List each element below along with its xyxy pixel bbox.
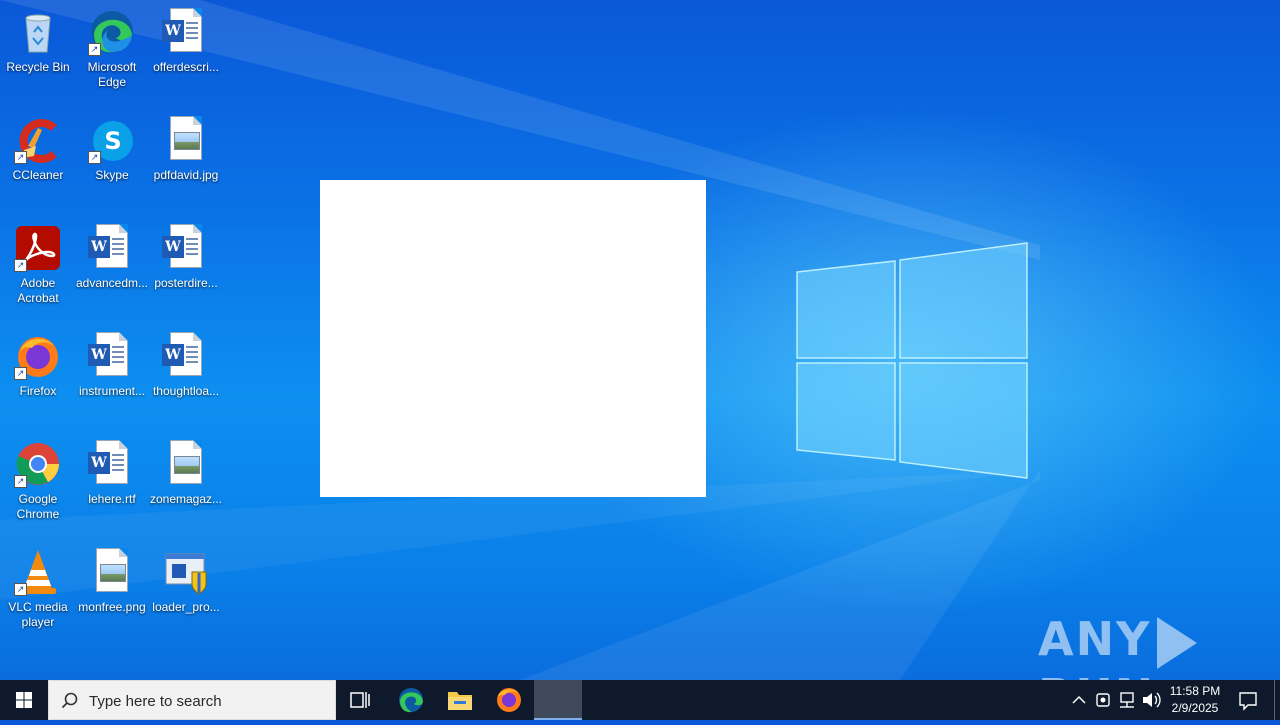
task-view-button[interactable] [336,680,384,720]
play-icon [1157,616,1198,669]
desktop-icon-advancedm[interactable]: W advancedm... [74,220,150,320]
word-document-icon: W [162,224,210,272]
image-file-icon [162,440,210,488]
desktop-icon-thoughtloa[interactable]: W thoughtloa... [148,328,224,428]
word-document-icon: W [162,8,210,56]
icon-label: Skype [95,168,129,182]
taskbar-clock[interactable]: 11:58 PM 2/9/2025 [1160,683,1230,717]
taskbar: Type here to search 11:58 PM 2/9/2025 [0,680,1280,720]
taskbar-active-app-button[interactable] [534,680,582,720]
installer-icon [162,548,210,596]
desktop-icon-adobe-acrobat[interactable]: ↗ Adobe Acrobat [0,220,76,320]
notifications-button[interactable] [1232,680,1264,720]
show-desktop-button[interactable] [1274,680,1280,720]
clock-date: 2/9/2025 [1171,701,1219,715]
icon-label: posterdire... [154,276,218,290]
desktop-icon-skype[interactable]: S ↗ Skype [74,112,150,212]
icon-label: pdfdavid.jpg [153,168,219,182]
icon-label: CCleaner [12,168,64,182]
word-document-icon: W [88,440,136,488]
blank-window[interactable] [320,180,706,497]
task-view-icon [350,692,370,708]
desktop-icon-instrument[interactable]: W instrument... [74,328,150,428]
image-file-icon [88,548,136,596]
icon-label: zonemagaz... [149,492,223,506]
network-button[interactable] [1116,680,1138,720]
icon-label: Microsoft Edge [87,60,137,89]
icon-label: instrument... [78,384,146,398]
icon-label: thoughtloa... [152,384,220,398]
notification-icon [1239,692,1257,711]
image-file-icon [162,116,210,164]
desktop-icon-google-chrome[interactable]: ↗ Google Chrome [0,436,76,536]
desktop-icon-loader-pro[interactable]: loader_pro... [148,544,224,644]
edge-icon [399,688,423,713]
search-icon [61,692,78,709]
network-icon [1120,692,1134,708]
tray-app-button[interactable] [1092,680,1114,720]
icon-label: monfree.png [78,600,146,614]
icon-label: Firefox [19,384,57,398]
firefox-icon [497,688,521,712]
icon-label: lehere.rtf [88,492,136,506]
chevron-up-icon [1072,695,1086,704]
edge-icon: ↗ [88,8,136,56]
desktop-icon-vlc[interactable]: ↗ VLC media player [0,544,76,644]
word-document-icon: W [88,332,136,380]
desktop-icon-zonemagaz[interactable]: zonemagaz... [148,436,224,536]
icon-label: advancedm... [75,276,149,290]
desktop-icon-recycle-bin[interactable]: Recycle Bin [0,4,76,104]
desktop-icon-microsoft-edge[interactable]: ↗ Microsoft Edge [74,4,150,104]
clock-time: 11:58 PM [1169,684,1221,698]
show-hidden-icons-button[interactable] [1068,680,1090,720]
icon-label: VLC media player [8,600,68,629]
desktop-icon-monfree[interactable]: monfree.png [74,544,150,644]
ccleaner-icon: ↗ [14,116,62,164]
taskbar-firefox-button[interactable] [485,680,533,720]
watermark-left: ANY [1038,612,1152,666]
volume-icon [1143,692,1161,708]
desktop-icon-firefox[interactable]: ↗ Firefox [0,328,76,428]
volume-button[interactable] [1140,680,1162,720]
tray-app-icon [1096,693,1110,707]
firefox-icon: ↗ [14,332,62,380]
svg-text:S: S [104,127,121,155]
vlc-icon: ↗ [14,548,62,596]
file-explorer-icon [448,692,472,710]
icon-label: Recycle Bin [6,60,70,74]
taskbar-file-explorer-button[interactable] [436,680,484,720]
windows-logo-wallpaper [796,242,1028,479]
desktop-icon-posterdire[interactable]: W posterdire... [148,220,224,320]
taskbar-search-box[interactable]: Type here to search [48,680,336,720]
chrome-icon: ↗ [14,440,62,488]
desktop-icon-lehere[interactable]: W lehere.rtf [74,436,150,536]
icon-label: offerdescri... [153,60,219,74]
icon-label: Google Chrome [16,492,60,521]
word-document-icon: W [88,224,136,272]
search-placeholder: Type here to search [89,693,222,710]
recycle-bin-icon [14,8,62,56]
taskbar-edge-button[interactable] [387,680,435,720]
acrobat-icon: ↗ [14,224,62,272]
desktop-icon-ccleaner[interactable]: ↗ CCleaner [0,112,76,212]
icon-label: Adobe Acrobat [17,276,59,305]
desktop-icon-offerdescri[interactable]: W offerdescri... [148,4,224,104]
desktop-icon-pdfdavid[interactable]: pdfdavid.jpg [148,112,224,212]
word-document-icon: W [162,332,210,380]
icon-label: loader_pro... [152,600,220,614]
windows-start-icon [16,692,32,708]
start-button[interactable] [0,680,48,720]
skype-icon: S ↗ [88,116,136,164]
